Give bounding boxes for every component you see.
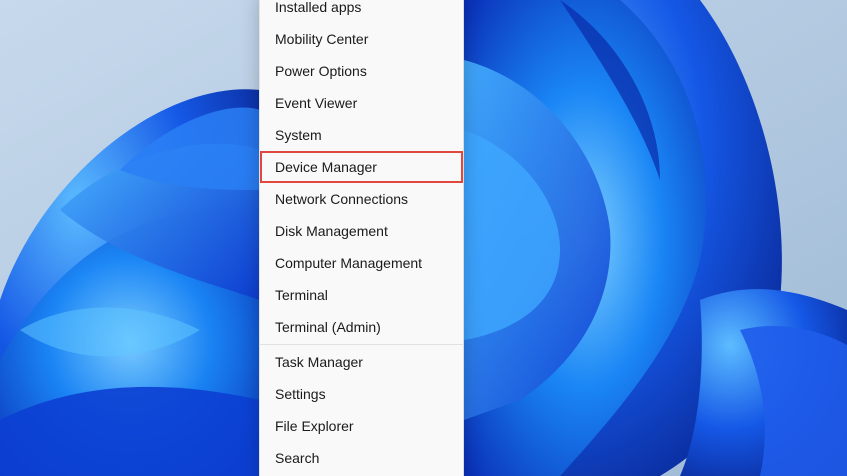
menu-item-system[interactable]: System: [260, 119, 463, 151]
menu-item-power-options[interactable]: Power Options: [260, 55, 463, 87]
menu-item-file-explorer[interactable]: File Explorer: [260, 410, 463, 442]
menu-item-computer-management[interactable]: Computer Management: [260, 247, 463, 279]
context-menu: Installed apps Mobility Center Power Optio…: [259, 0, 464, 476]
menu-item-device-manager[interactable]: Device Manager: [260, 151, 463, 183]
menu-item-mobility-center[interactable]: Mobility Center: [260, 23, 463, 55]
menu-item-terminal[interactable]: Terminal: [260, 279, 463, 311]
menu-item-task-manager[interactable]: Task Manager: [260, 346, 463, 378]
menu-item-installed-apps[interactable]: Installed apps: [260, 0, 463, 23]
menu-item-settings[interactable]: Settings: [260, 378, 463, 410]
menu-item-network-connections[interactable]: Network Connections: [260, 183, 463, 215]
menu-separator: [260, 344, 463, 345]
menu-item-event-viewer[interactable]: Event Viewer: [260, 87, 463, 119]
menu-item-search[interactable]: Search: [260, 442, 463, 474]
menu-item-disk-management[interactable]: Disk Management: [260, 215, 463, 247]
menu-item-terminal-admin[interactable]: Terminal (Admin): [260, 311, 463, 343]
